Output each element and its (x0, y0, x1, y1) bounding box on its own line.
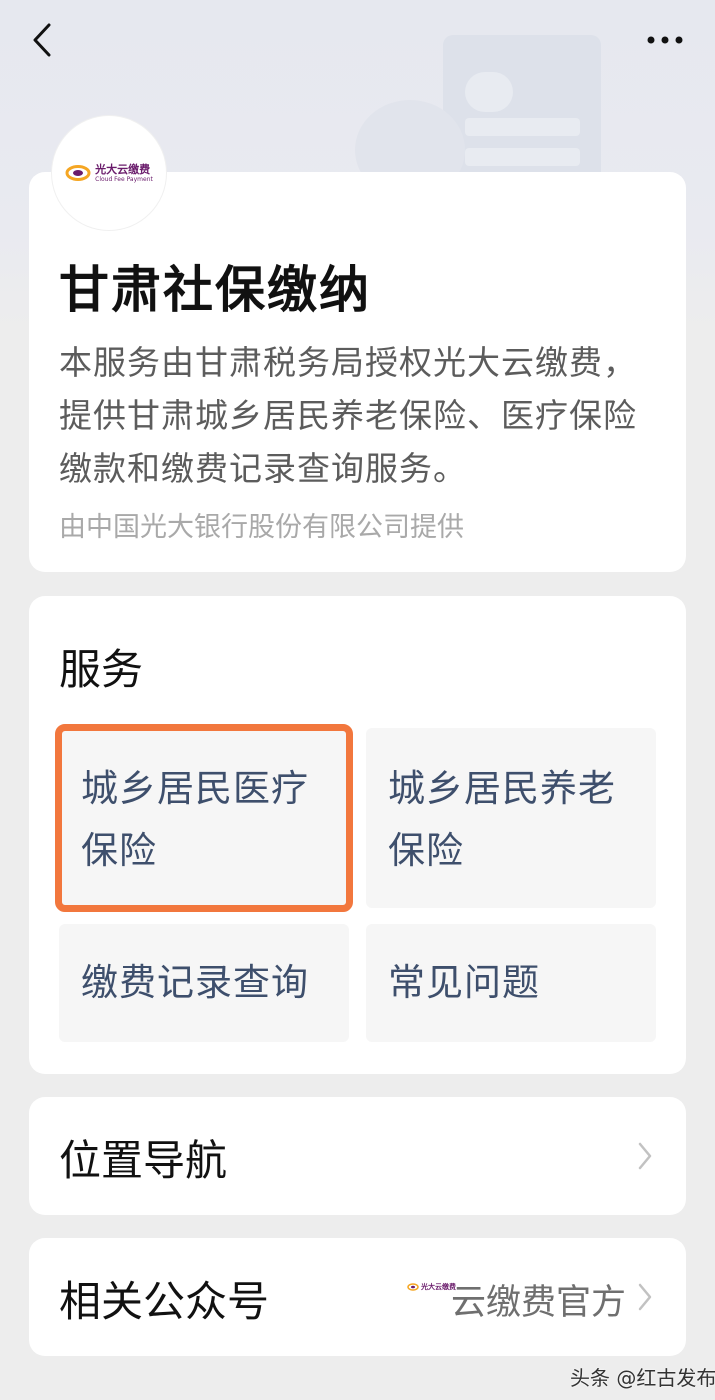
service-tile-pension-insurance[interactable]: 城乡居民养老保险 (366, 728, 656, 908)
service-tile-label: 缴费记录查询 (81, 961, 309, 1004)
back-button[interactable] (26, 22, 58, 58)
service-tile-faq[interactable]: 常见问题 (366, 924, 656, 1042)
intro-card: 甘肃社保缴纳 本服务由甘肃税务局授权光大云缴费，提供甘肃城乡居民养老保险、医疗保… (29, 172, 686, 572)
cloud-fee-logo-icon (407, 1283, 419, 1291)
chevron-right-icon (638, 1283, 652, 1311)
chevron-right-icon (638, 1142, 652, 1170)
official-account-avatar: 光大云缴费 (407, 1282, 456, 1292)
watermark: 头条 @红古发布 (570, 1366, 715, 1390)
services-heading: 服务 (59, 645, 144, 694)
page-title: 甘肃社保缴纳 (59, 261, 371, 319)
services-card: 服务 城乡居民医疗保险 城乡居民养老保险 缴费记录查询 常见问题 (29, 596, 686, 1074)
brand-logo: 光大云缴费 Cloud Fee Payment (52, 116, 166, 230)
service-tile-payment-records[interactable]: 缴费记录查询 (59, 924, 349, 1042)
decorative-line (465, 148, 580, 166)
provider-text: 由中国光大银行股份有限公司提供 (59, 512, 464, 543)
service-tile-label: 城乡居民医疗保险 (81, 767, 309, 872)
service-description: 本服务由甘肃税务局授权光大云缴费，提供甘肃城乡居民养老保险、医疗保险缴款和缴费记… (59, 343, 637, 488)
location-navigation-label: 位置导航 (59, 1136, 228, 1185)
location-navigation-row[interactable]: 位置导航 (29, 1097, 686, 1215)
chevron-left-icon (33, 23, 51, 57)
decorative-line (465, 118, 580, 136)
official-account-name: 云缴费官方 (450, 1283, 626, 1323)
logo-en-text: Cloud Fee Payment (95, 175, 153, 183)
related-official-account-label: 相关公众号 (59, 1277, 270, 1326)
more-button[interactable] (640, 25, 690, 55)
service-tile-label: 城乡居民养老保险 (388, 767, 616, 872)
logo-cn-text: 光大云缴费 (95, 162, 151, 176)
related-official-account-row[interactable]: 相关公众号 光大云缴费 云缴费官方 (29, 1238, 686, 1356)
more-dots-icon (647, 36, 683, 44)
service-tile-label: 常见问题 (388, 961, 540, 1004)
service-tile-medical-insurance[interactable]: 城乡居民医疗保险 (55, 724, 353, 912)
cloud-fee-logo-icon (65, 165, 91, 181)
decorative-avatar-shape (465, 72, 513, 112)
